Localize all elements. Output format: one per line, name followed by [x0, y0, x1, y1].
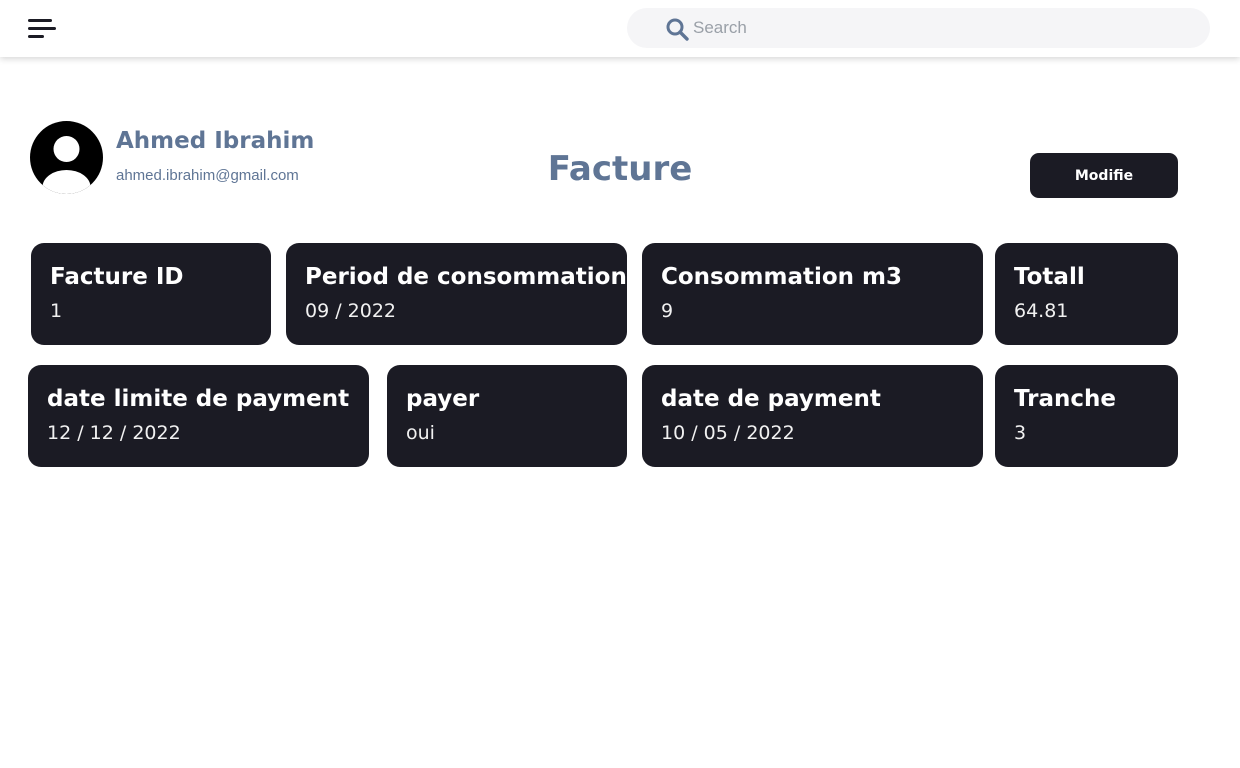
card-date-limite: date limite de payment 12 / 12 / 2022	[28, 365, 369, 467]
card-value: 12 / 12 / 2022	[47, 422, 181, 444]
card-value: oui	[406, 422, 435, 444]
card-value: 9	[661, 300, 674, 322]
card-facture-id: Facture ID 1	[31, 243, 271, 345]
top-bar	[0, 0, 1240, 57]
card-value: 1	[50, 300, 63, 322]
search-bar	[627, 8, 1210, 48]
card-payer: payer oui	[387, 365, 627, 467]
user-circle-icon	[30, 121, 103, 194]
card-tranche: Tranche 3	[995, 365, 1178, 467]
card-label: Consommation m3	[661, 264, 903, 290]
card-total: Totall 64.81	[995, 243, 1178, 345]
search-icon[interactable]	[665, 17, 689, 41]
card-consommation: Consommation m3 9	[642, 243, 983, 345]
card-label: Tranche	[1014, 386, 1117, 412]
hamburger-menu-icon[interactable]	[26, 16, 58, 40]
user-email: ahmed.ibrahim@gmail.com	[116, 167, 299, 184]
card-value: 09 / 2022	[305, 300, 397, 322]
card-label: date limite de payment	[47, 386, 350, 412]
card-period: Period de consommation 09 / 2022	[286, 243, 627, 345]
card-label: payer	[406, 386, 480, 412]
modify-button[interactable]: Modifie	[1030, 153, 1178, 198]
card-value: 10 / 05 / 2022	[661, 422, 795, 444]
page-title: Facture	[547, 149, 693, 189]
search-input[interactable]	[693, 8, 1193, 48]
card-label: Totall	[1014, 264, 1085, 290]
card-label: date de payment	[661, 386, 881, 412]
user-name: Ahmed Ibrahim	[116, 128, 315, 154]
card-label: Period de consommation	[305, 264, 627, 290]
card-label: Facture ID	[50, 264, 184, 290]
card-date-payment: date de payment 10 / 05 / 2022	[642, 365, 983, 467]
card-value: 3	[1014, 422, 1027, 444]
card-value: 64.81	[1014, 300, 1069, 322]
